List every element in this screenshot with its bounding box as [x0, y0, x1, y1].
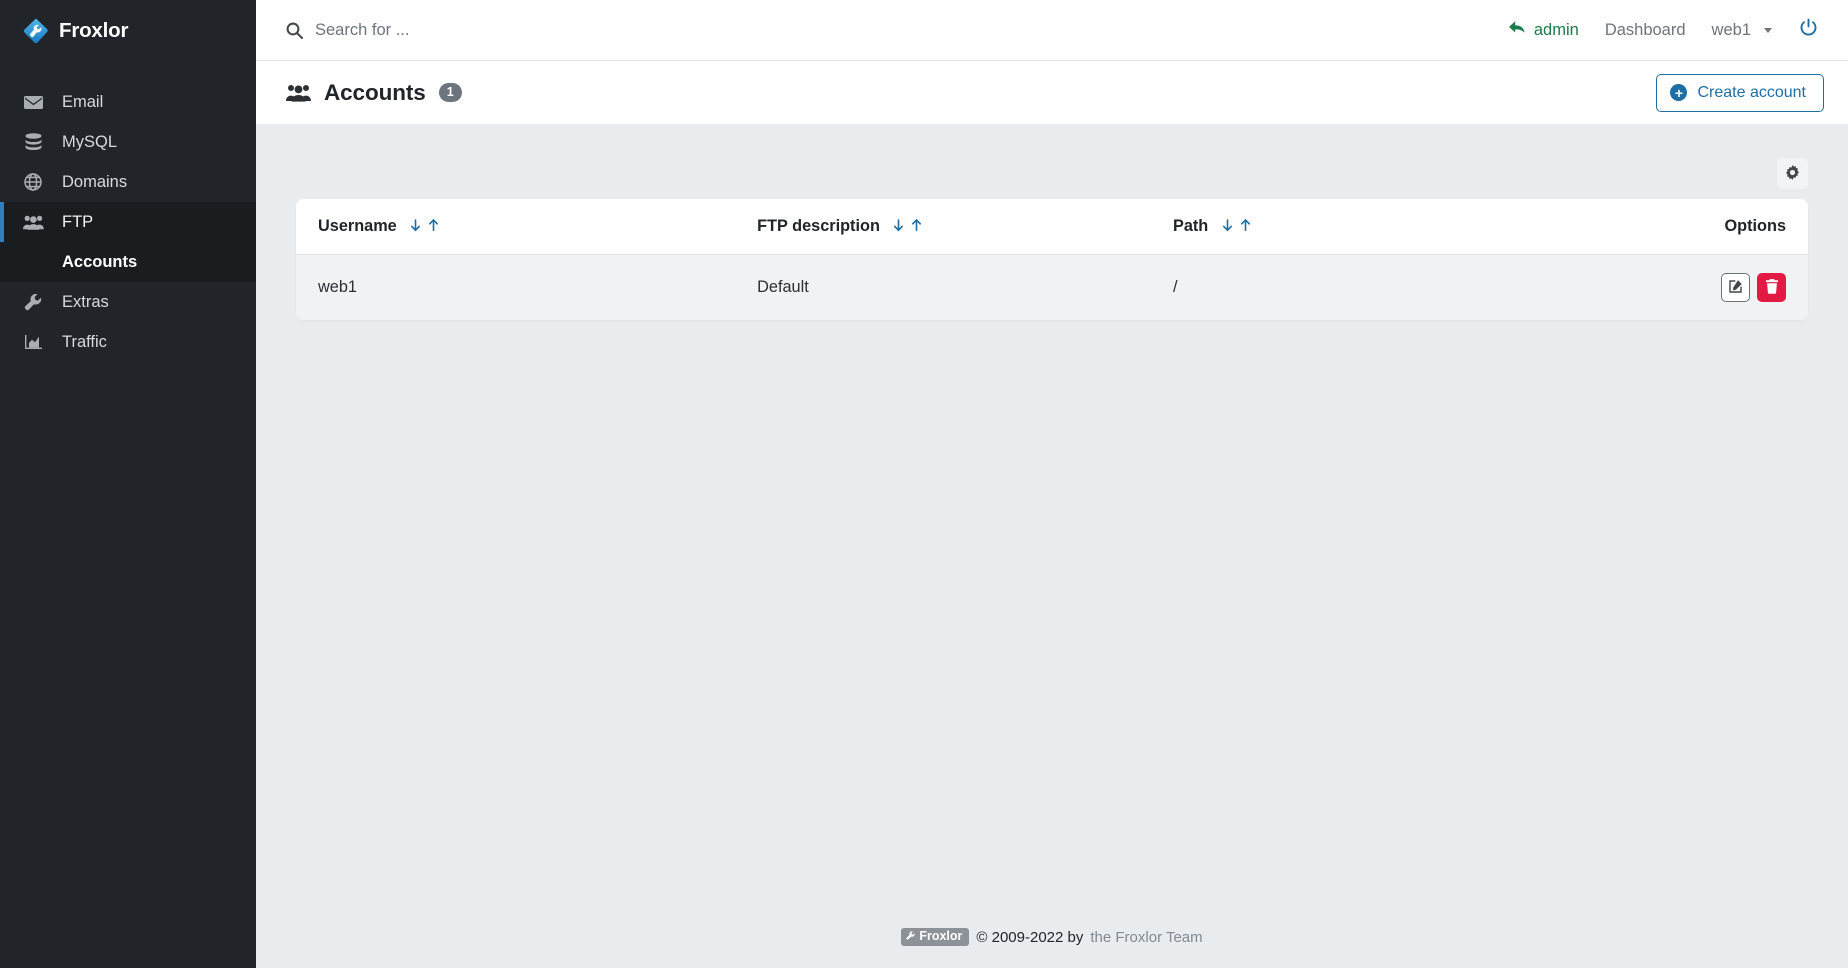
accounts-table: Username FTP description Path Options we…: [296, 199, 1808, 320]
search-area: [286, 20, 1496, 40]
main-area: admin Dashboard web1: [256, 0, 1848, 968]
wrench-icon: [22, 292, 44, 312]
dashboard-link[interactable]: Dashboard: [1592, 21, 1699, 40]
sort-desc-username[interactable]: [410, 219, 421, 233]
froxlor-wrench-logo-icon: [22, 17, 50, 45]
row-actions: [1721, 273, 1786, 302]
sidebar-item-mysql[interactable]: MySQL: [0, 122, 256, 162]
column-header-options: Options: [1573, 199, 1808, 255]
column-header-path: Path: [1172, 199, 1574, 255]
database-icon: [22, 132, 44, 152]
admin-label: admin: [1533, 20, 1579, 39]
footer-team-link[interactable]: the Froxlor Team: [1090, 929, 1202, 946]
column-header-username: Username: [296, 199, 758, 255]
column-label: Options: [1724, 217, 1787, 235]
sidebar-nav: Email MySQL Domains FTP Accounts Extras …: [0, 82, 256, 362]
footer-froxlor-badge: Froxlor: [901, 928, 970, 946]
brand-name: Froxlor: [59, 18, 129, 42]
brand-logo-link[interactable]: Froxlor: [0, 0, 256, 61]
content-area: Username FTP description Path Options we…: [256, 124, 1848, 906]
sidebar-subitem-label: Accounts: [62, 252, 138, 271]
sidebar-item-extras[interactable]: Extras: [0, 282, 256, 322]
envelope-icon: [22, 92, 44, 112]
sidebar-item-traffic[interactable]: Traffic: [0, 322, 256, 362]
logout-button[interactable]: [1785, 18, 1824, 42]
sidebar-item-accounts[interactable]: Accounts: [0, 242, 256, 282]
sidebar-item-domains[interactable]: Domains: [0, 162, 256, 202]
table-header-row: Username FTP description Path Options: [296, 199, 1808, 255]
create-account-button[interactable]: + Create account: [1656, 73, 1824, 112]
page-title-text: Accounts: [324, 79, 426, 105]
plus-circle-icon: +: [1670, 84, 1688, 101]
sort-controls: [893, 219, 922, 233]
wrench-icon: [906, 930, 916, 943]
chart-bar-icon: [22, 332, 44, 352]
sort-desc-description[interactable]: [893, 219, 904, 233]
back-arrow-icon: [1509, 20, 1526, 40]
sort-desc-path[interactable]: [1222, 219, 1233, 233]
sidebar: Froxlor Email MySQL Domains FTP Accounts…: [0, 0, 256, 968]
sidebar-item-label: Extras: [62, 292, 109, 311]
edit-pencil-icon: [1728, 279, 1743, 297]
column-label: Username: [318, 217, 397, 235]
user-dropdown[interactable]: web1: [1699, 21, 1785, 40]
dashboard-label: Dashboard: [1604, 20, 1686, 39]
page-header: Accounts 1 + Create account: [256, 61, 1848, 124]
table-toolbar: [296, 158, 1808, 189]
top-bar: admin Dashboard web1: [256, 0, 1848, 61]
sort-asc-description[interactable]: [911, 219, 922, 233]
gear-icon: [1785, 164, 1800, 183]
sidebar-item-label: FTP: [62, 212, 94, 231]
sort-controls: [1222, 219, 1251, 233]
search-input[interactable]: [315, 20, 795, 40]
column-label: Path: [1172, 217, 1209, 235]
cell-options: [1573, 254, 1808, 320]
globe-icon: [22, 172, 44, 192]
sidebar-item-label: Domains: [62, 172, 128, 191]
app-root: Froxlor Email MySQL Domains FTP Accounts…: [0, 0, 1848, 968]
cell-description: Default: [757, 254, 1173, 320]
user-label: web1: [1711, 20, 1751, 39]
accounts-table-card: Username FTP description Path Options we…: [296, 199, 1808, 320]
footer-copyright: © 2009-2022 by: [976, 928, 1084, 946]
footer: Froxlor © 2009-2022 by the Froxlor Team: [256, 906, 1848, 968]
sort-controls: [410, 219, 439, 233]
sidebar-item-email[interactable]: Email: [0, 82, 256, 122]
trash-icon: [1765, 278, 1779, 297]
column-label: FTP description: [757, 217, 880, 235]
create-account-label: Create account: [1697, 83, 1806, 101]
edit-account-button[interactable]: [1721, 273, 1750, 302]
accounts-count-badge: 1: [438, 82, 462, 103]
table-settings-button[interactable]: [1777, 158, 1808, 189]
power-icon: [1799, 18, 1818, 42]
page-title: Accounts 1: [286, 80, 462, 106]
cell-path: /: [1172, 254, 1574, 320]
column-header-ftp-description: FTP description: [757, 199, 1173, 255]
chevron-down-icon: [1764, 27, 1772, 33]
top-nav: admin Dashboard web1: [1496, 18, 1824, 42]
table-row: web1 Default /: [296, 254, 1808, 320]
sidebar-item-label: Traffic: [62, 332, 107, 351]
users-icon: [22, 212, 44, 232]
admin-link[interactable]: admin: [1496, 20, 1592, 40]
search-icon[interactable]: [286, 22, 303, 39]
delete-account-button[interactable]: [1757, 273, 1786, 302]
users-icon: [286, 84, 311, 102]
footer-badge-label: Froxlor: [919, 929, 963, 944]
sidebar-item-label: MySQL: [62, 132, 118, 151]
sidebar-item-label: Email: [62, 92, 104, 111]
sidebar-item-ftp[interactable]: FTP: [0, 202, 256, 242]
sort-asc-username[interactable]: [428, 219, 439, 233]
cell-username: web1: [296, 254, 758, 320]
sort-asc-path[interactable]: [1240, 219, 1251, 233]
